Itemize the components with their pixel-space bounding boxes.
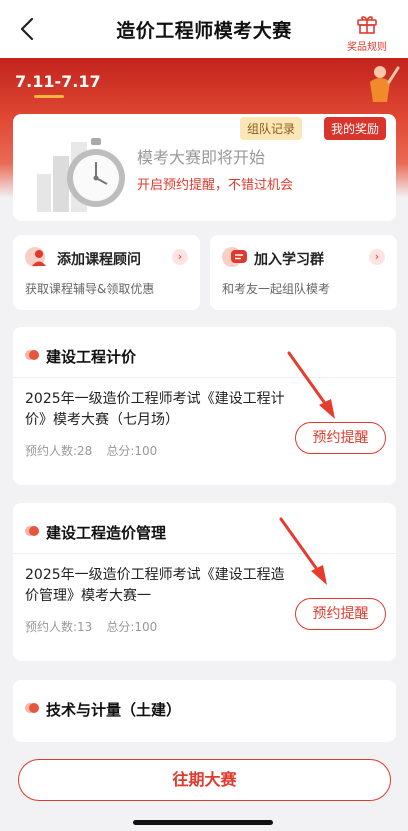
notice-subtitle: 开启预约提醒，不错过机会	[137, 178, 294, 193]
prize-rules-button[interactable]: 奖品规则	[344, 12, 390, 53]
notice-title: 模考大赛即将开始	[137, 148, 266, 167]
prize-rules-label: 奖品规则	[347, 42, 387, 53]
total-score: 总分:100	[106, 620, 158, 634]
join-study-group-title: 加入学习群	[254, 252, 324, 268]
add-course-advisor-desc: 获取课程辅导&领取优惠	[25, 282, 155, 296]
reserve-reminder-button[interactable]: 预约提醒	[295, 598, 386, 630]
past-contests-button[interactable]: 往期大赛	[18, 759, 391, 801]
team-record-badge[interactable]: 组队记录	[239, 117, 302, 140]
section-title: 技术与计量（土建）	[46, 701, 182, 719]
contest-notice-card: 组队记录 我的奖励 模考大赛即将开始 开启预约提醒，不错过机会	[13, 114, 396, 221]
section-dot-icon	[25, 350, 39, 360]
exam-meta: 预约人数:28 总分:100	[25, 442, 157, 459]
section-divider	[13, 553, 396, 554]
chevron-right-icon: ›	[369, 249, 385, 265]
arrow-pointer-icon	[287, 351, 335, 419]
home-indicator	[133, 820, 273, 825]
chevron-right-icon: ›	[172, 249, 188, 265]
advisor-icon	[25, 247, 46, 267]
gift-icon	[357, 16, 377, 34]
exam-title[interactable]: 2025年一级造价工程师考试《建设工程造价管理》模考大赛一	[25, 565, 290, 607]
join-study-group-desc: 和考友一起组队模考	[222, 282, 331, 296]
exam-meta: 预约人数:13 总分:100	[25, 618, 157, 635]
add-course-advisor-card[interactable]: 添加课程顾问 › 获取课程辅导&领取优惠	[13, 235, 200, 310]
stopwatch-illustration	[37, 138, 125, 212]
reserve-reminder-button[interactable]: 预约提醒	[295, 422, 386, 454]
arrow-pointer-icon	[279, 517, 327, 585]
date-tab[interactable]: 7.11-7.17	[15, 72, 101, 91]
exam-section-card: 建设工程计价 2025年一级造价工程师考试《建设工程计价》模考大赛（七月场） 预…	[13, 327, 396, 485]
exam-title[interactable]: 2025年一级造价工程师考试《建设工程计价》模考大赛（七月场）	[25, 389, 290, 431]
my-prizes-badge[interactable]: 我的奖励	[323, 117, 386, 140]
exam-section-card: 建设工程造价管理 2025年一级造价工程师考试《建设工程造价管理》模考大赛一 预…	[13, 503, 396, 661]
section-dot-icon	[25, 526, 39, 536]
mascot-illustration	[370, 66, 400, 102]
section-title: 建设工程造价管理	[46, 524, 167, 542]
total-score: 总分:100	[106, 444, 158, 458]
exam-section-card: 技术与计量（土建）	[13, 680, 396, 742]
chat-group-icon	[222, 247, 247, 267]
reservation-count: 预约人数:28	[25, 444, 93, 458]
reservation-count: 预约人数:13	[25, 620, 93, 634]
section-title: 建设工程计价	[46, 348, 137, 366]
date-tab-indicator	[34, 95, 64, 98]
section-dot-icon	[25, 703, 39, 713]
add-course-advisor-title: 添加课程顾问	[57, 252, 141, 268]
join-study-group-card[interactable]: 加入学习群 › 和考友一起组队模考	[210, 235, 397, 310]
nav-bar: 造价工程师模考大赛 奖品规则	[0, 0, 408, 58]
